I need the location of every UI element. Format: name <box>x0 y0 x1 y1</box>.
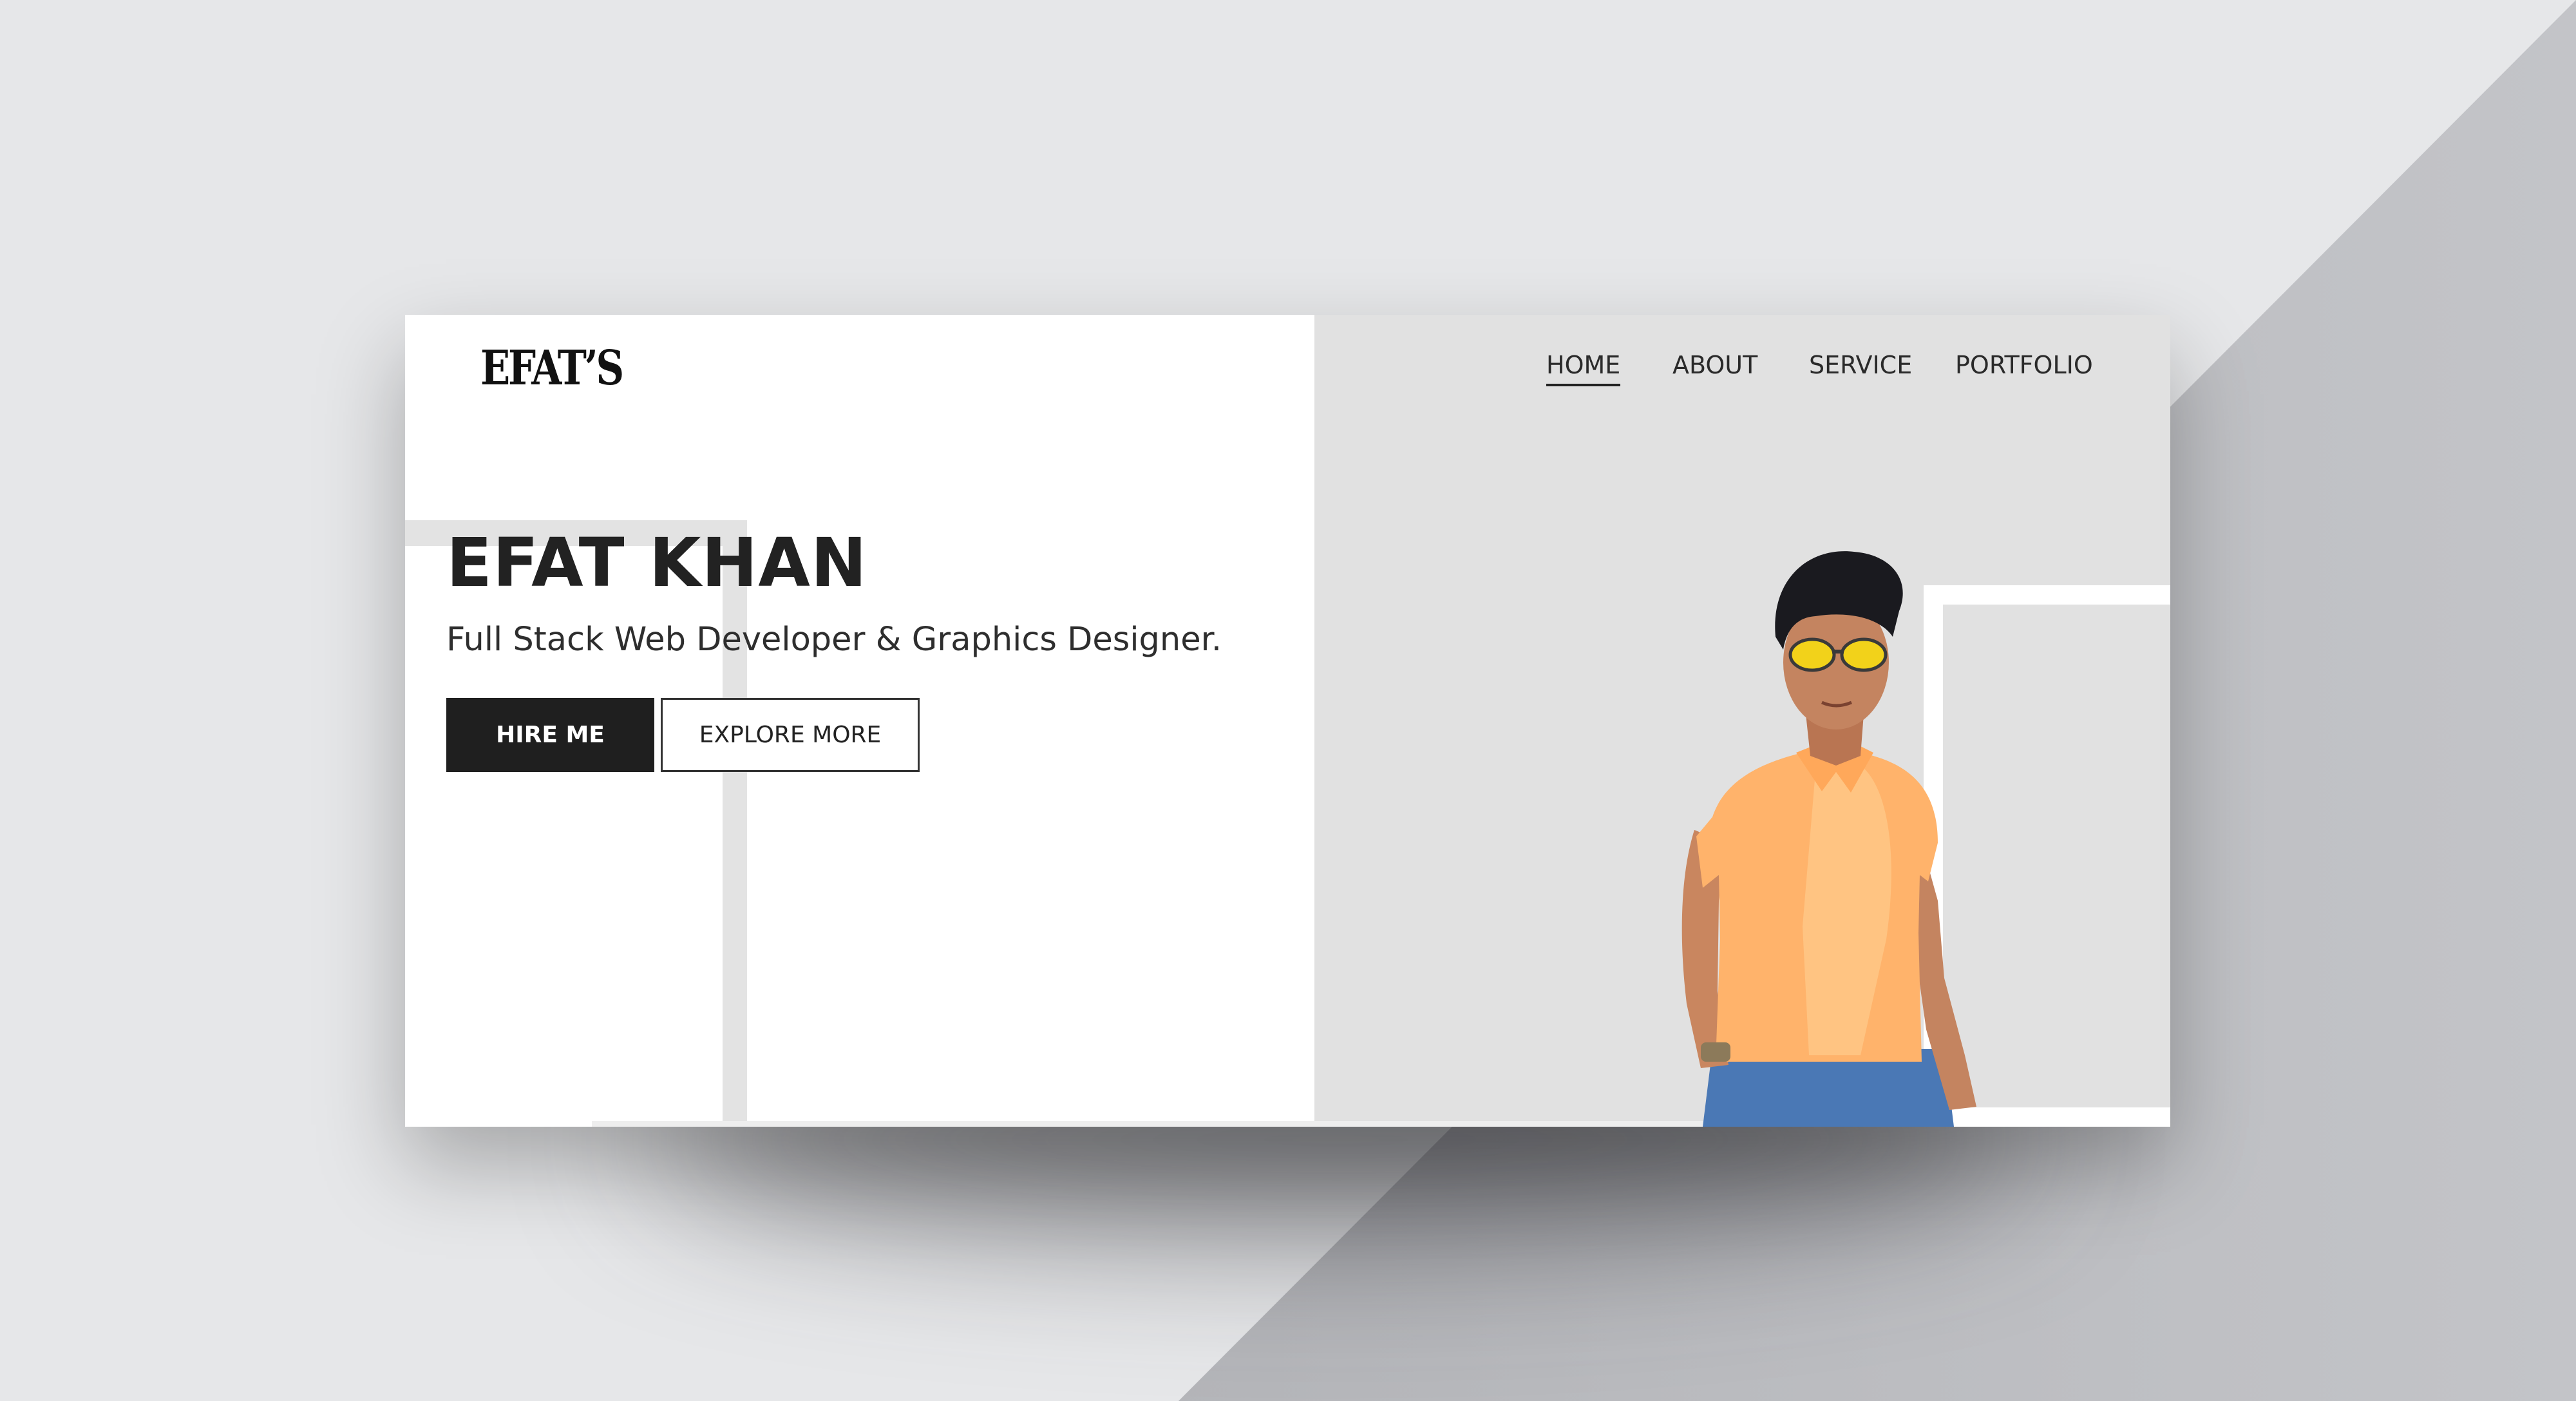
nav-item-home[interactable]: HOME <box>1546 350 1621 386</box>
sunglasses-right-lens <box>1840 637 1888 672</box>
website-mockup-card: EFAT’S HOME ABOUT SERVICE PORTFOLIO EFAT… <box>405 315 2170 1127</box>
sunglasses-left-lens <box>1788 637 1836 672</box>
sunglasses-bridge <box>1832 650 1844 653</box>
nav-item-portfolio[interactable]: PORTFOLIO <box>1955 350 2093 380</box>
hero-name-heading: EFAT KHAN <box>446 523 867 602</box>
wristwatch <box>1701 1042 1730 1062</box>
hire-me-button[interactable]: HIRE ME <box>446 698 654 772</box>
hero-subtitle: Full Stack Web Developer & Graphics Desi… <box>446 621 1222 659</box>
main-navigation: HOME ABOUT SERVICE PORTFOLIO <box>405 315 2170 411</box>
nav-item-service[interactable]: SERVICE <box>1809 350 1912 380</box>
decorative-bar-vertical <box>723 520 747 1127</box>
nav-item-about[interactable]: ABOUT <box>1672 350 1757 380</box>
explore-more-button[interactable]: EXPLORE MORE <box>661 698 920 772</box>
person-photo <box>1681 551 1976 1127</box>
